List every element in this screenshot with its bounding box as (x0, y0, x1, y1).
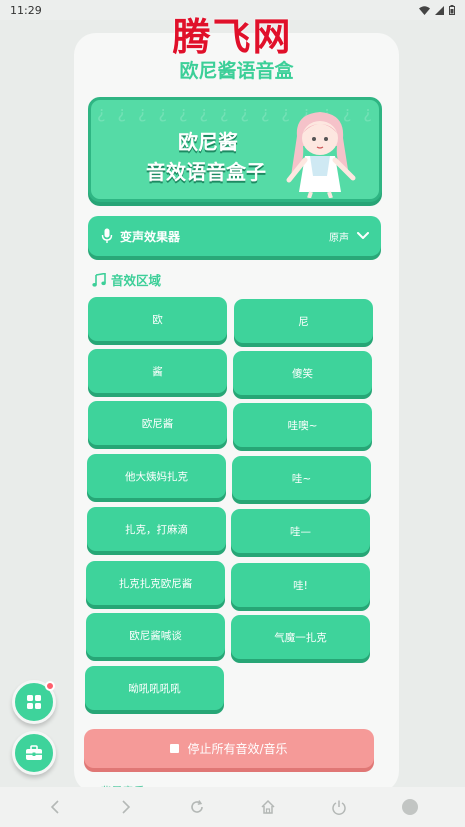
stop-all-label: 停止所有音效/音乐 (187, 742, 288, 756)
sound-section-label: 音效区域 (111, 273, 162, 288)
toolbox-fab[interactable] (12, 731, 56, 775)
sound-button-oniichan-shout[interactable]: 欧尼酱喊谈 (86, 613, 225, 657)
sound-button-wa-exclaim[interactable]: 哇! (231, 563, 370, 607)
sound-button-youhou[interactable]: 呦吼吼吼吼 (85, 666, 224, 710)
sound-button-wa-dash[interactable]: 哇— (231, 509, 370, 553)
banner: ¿¿¿¿¿¿¿¿¿¿¿¿¿¿¿¿¿¿¿¿¿¿¿¿¿¿¿¿¿¿¿¿¿¿¿¿¿¿¿¿… (88, 97, 382, 202)
sound-button-wao[interactable]: 哇噢~ (233, 403, 372, 447)
sound-button-oniichan[interactable]: 欧尼酱 (88, 401, 227, 445)
grid-menu-fab[interactable] (12, 680, 56, 724)
sound-button-label: 哇— (290, 525, 311, 538)
home-icon[interactable] (257, 796, 279, 818)
back-icon[interactable] (44, 796, 66, 818)
watermark: 腾飞网 (172, 14, 293, 59)
voice-changer-selector[interactable]: 变声效果器 原声 (88, 216, 381, 256)
sound-section-title: 音效区域 (92, 270, 161, 289)
sound-button-label: 他大姨妈扎克 (125, 470, 188, 483)
sound-button-label: 气魔一扎克 (274, 631, 327, 644)
sound-button-label: 扎克，打麻滴 (125, 523, 188, 536)
sound-button-label: 呦吼吼吼吼 (128, 682, 181, 695)
voice-changer-label: 变声效果器 (120, 229, 181, 244)
power-icon[interactable] (328, 796, 350, 818)
toolbox-icon (26, 745, 42, 760)
stop-square-icon (170, 744, 180, 753)
sound-button-label: 酱 (152, 365, 163, 378)
anime-character-illustration (286, 112, 356, 198)
sound-button-laugh[interactable]: 傻笑 (233, 351, 372, 395)
sound-button-label: 欧尼酱 (141, 417, 174, 430)
grid-icon (27, 695, 41, 709)
forward-icon[interactable] (115, 796, 137, 818)
sound-button-label: 哇~ (291, 472, 312, 485)
sound-button-label: 哇噢~ (287, 419, 318, 432)
sound-button-label: 尼 (298, 315, 309, 328)
sound-button-zhake-oniichan[interactable]: 扎克扎克欧尼酱 (86, 561, 225, 605)
music-note-icon (92, 272, 106, 287)
sound-button-qimo-zhake[interactable]: 气魔一扎克 (231, 615, 370, 659)
microphone-icon (101, 228, 113, 243)
sound-button-ou[interactable]: 欧 (88, 297, 227, 341)
sound-button-label: 傻笑 (292, 367, 313, 380)
sound-button-zhake-damadi[interactable]: 扎克，打麻滴 (87, 507, 226, 551)
assistant-dot-icon[interactable] (399, 796, 421, 818)
sound-button-jiang[interactable]: 酱 (88, 349, 227, 393)
sound-button-wa-tilde[interactable]: 哇~ (232, 456, 371, 500)
refresh-icon[interactable] (186, 796, 208, 818)
sound-button-label: 欧 (152, 313, 163, 326)
banner-subtitle: 音效语音盒子 (146, 160, 266, 184)
system-nav-bar (0, 787, 465, 827)
sound-button-ni[interactable]: 尼 (234, 299, 373, 343)
notification-dot (45, 681, 55, 691)
sound-button-label: 欧尼酱喊谈 (129, 629, 182, 642)
sound-button-label: 哇! (293, 579, 308, 592)
sound-button-tadayima[interactable]: 他大姨妈扎克 (87, 454, 226, 498)
sound-button-label: 扎克扎克欧尼酱 (118, 577, 193, 590)
chevron-down-icon (357, 232, 369, 239)
voice-changer-value: 原声 (329, 232, 349, 244)
banner-title: 欧尼酱 (178, 130, 238, 154)
stop-all-button[interactable]: 停止所有音效/音乐 (84, 729, 374, 768)
